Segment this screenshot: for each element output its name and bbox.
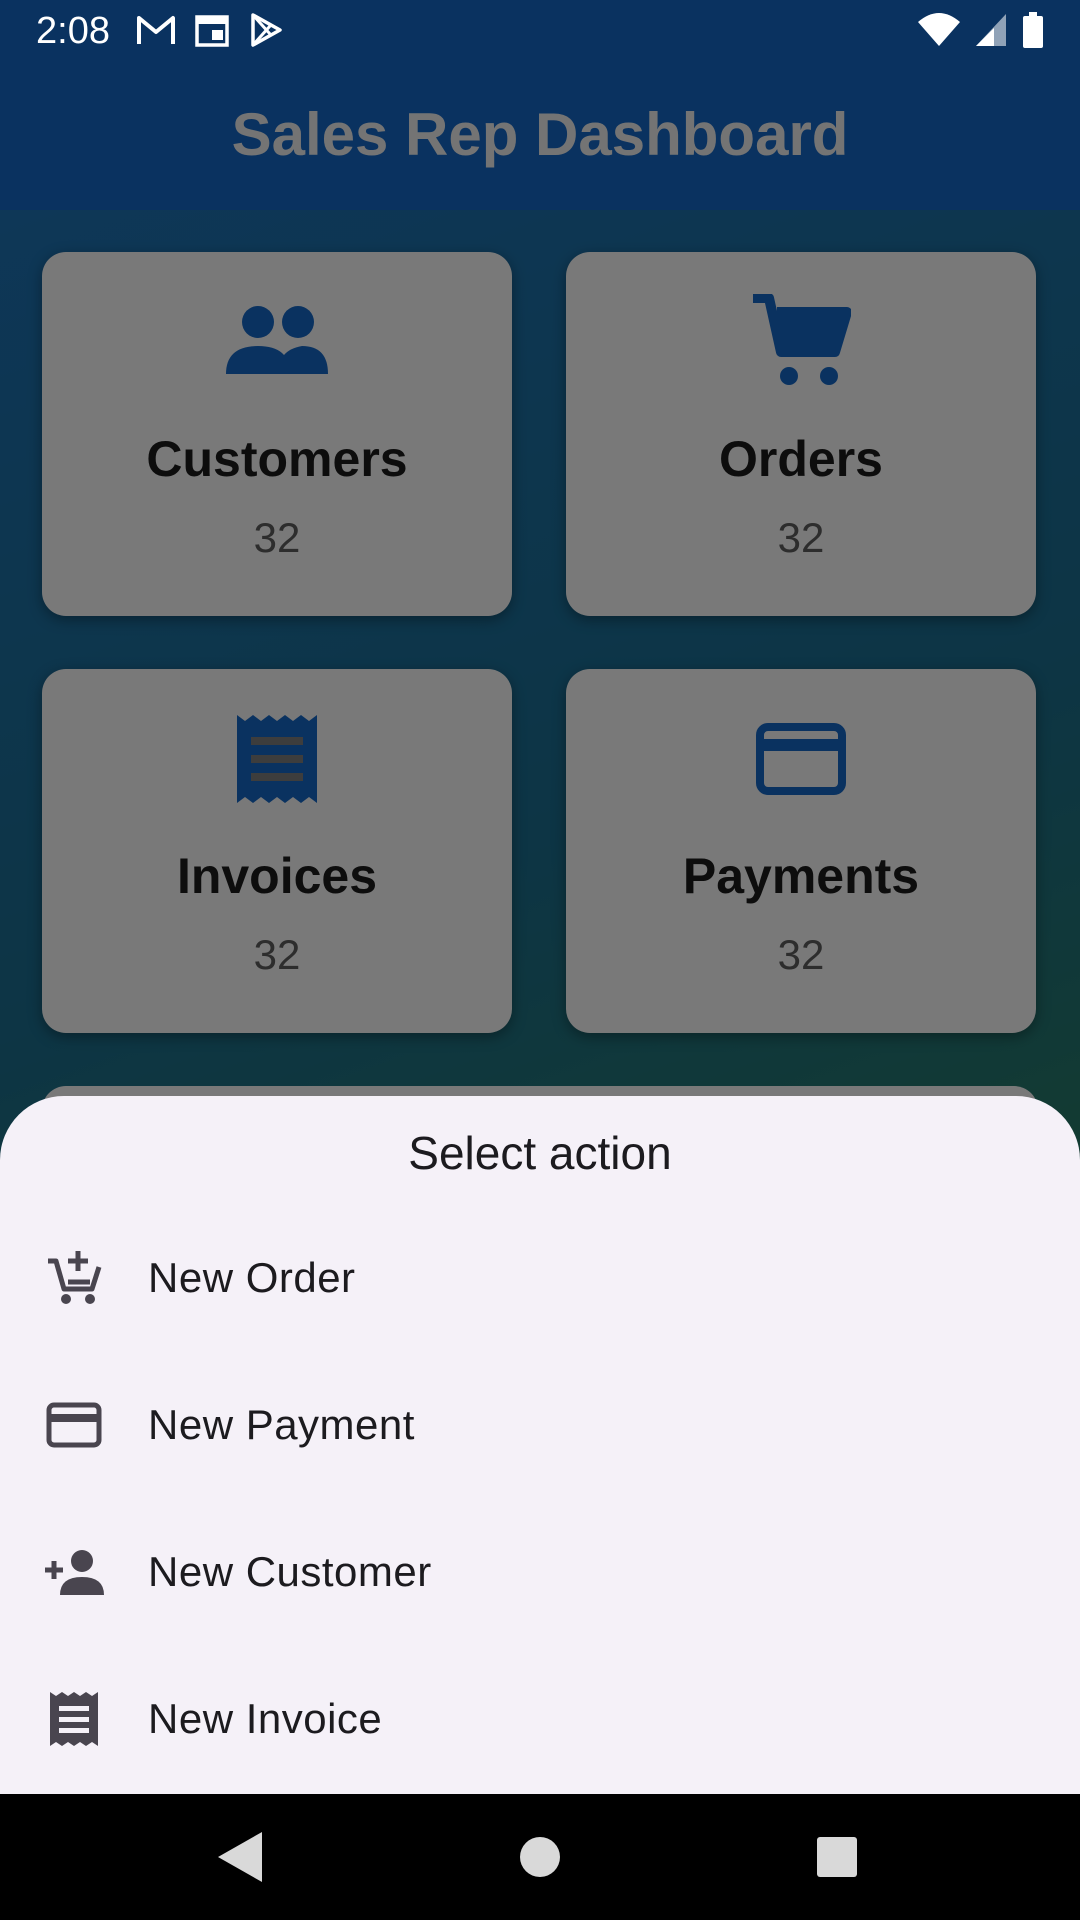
status-time: 2:08 [36,10,110,52]
action-label: New Customer [148,1547,432,1595]
back-icon[interactable] [206,1824,272,1890]
calendar-icon [194,12,230,53]
action-new-invoice[interactable]: New Invoice [0,1645,1080,1792]
action-label: New Invoice [148,1694,383,1742]
credit-card-icon [42,1393,106,1457]
signal-icon [974,12,1008,53]
action-label: New Order [148,1253,356,1301]
home-icon[interactable] [507,1824,573,1890]
receipt-icon [42,1687,106,1751]
battery-icon [1022,12,1044,53]
action-new-payment[interactable]: New Payment [0,1351,1080,1498]
action-new-order[interactable]: New Order [0,1204,1080,1351]
bottom-sheet: Select action New Order New Payment New … [0,1096,1080,1794]
play-store-icon [248,12,284,53]
recents-icon[interactable] [804,1824,870,1890]
add-shopping-cart-icon [42,1246,106,1310]
navigation-bar [0,1794,1080,1920]
status-bar: 2:08 [0,0,1080,64]
sheet-title: Select action [408,1127,672,1179]
action-new-customer[interactable]: New Customer [0,1498,1080,1645]
gmail-icon [136,12,176,53]
wifi-icon [918,12,960,53]
action-label: New Payment [148,1400,415,1448]
person-add-icon [42,1540,106,1604]
